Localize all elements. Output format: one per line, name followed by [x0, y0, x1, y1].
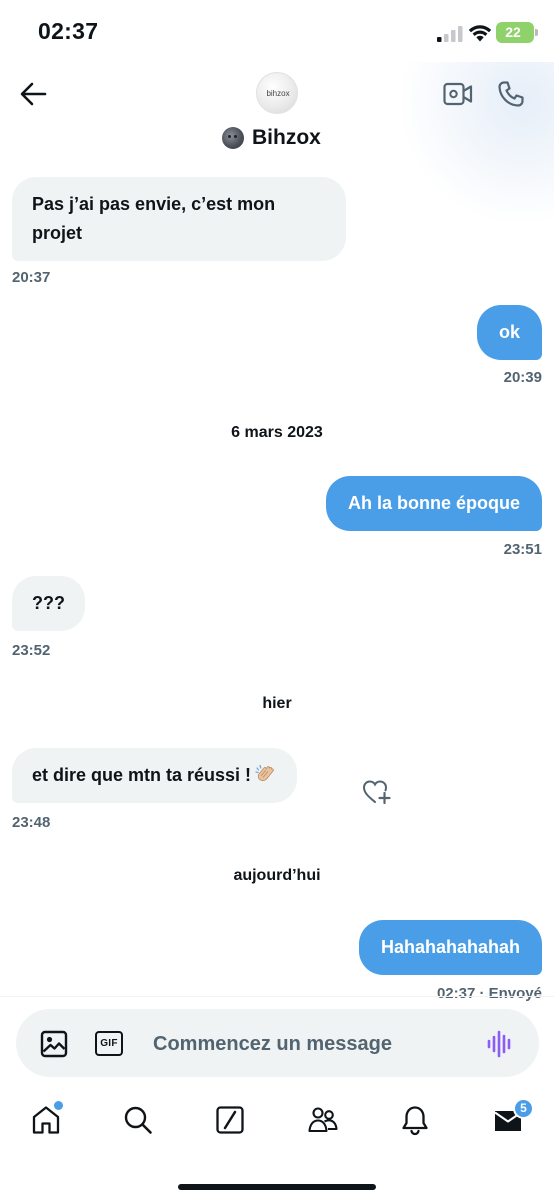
- message-text: et dire que mtn ta réussi !: [32, 765, 252, 785]
- messages-unread-badge: 5: [513, 1098, 534, 1119]
- tab-search[interactable]: [122, 1104, 154, 1138]
- battery-tip: [535, 29, 538, 36]
- message-timestamp: 23:52: [12, 642, 51, 659]
- contact-name-row[interactable]: Bihzox: [222, 125, 321, 151]
- wifi-icon: [468, 25, 492, 42]
- outgoing-message[interactable]: Hahahahahahah: [358, 920, 542, 975]
- cellular-signal-icon: [437, 26, 463, 42]
- outgoing-message[interactable]: ok: [476, 305, 542, 360]
- voice-message-icon[interactable]: [486, 1029, 514, 1059]
- search-icon: [124, 1106, 152, 1134]
- message-status: 02:37 · Envoyé: [436, 985, 542, 1002]
- tab-grok[interactable]: [214, 1104, 246, 1138]
- incoming-message[interactable]: et dire que mtn ta réussi !: [12, 748, 298, 803]
- home-notification-dot: [54, 1101, 63, 1110]
- message-timestamp: 20:37: [12, 269, 51, 286]
- tab-notifications[interactable]: [399, 1104, 431, 1138]
- contact-name: Bihzox: [252, 126, 321, 149]
- home-indicator[interactable]: [178, 1184, 376, 1190]
- status-time: 02:37: [38, 18, 99, 44]
- avatar-logo-text: bihzox: [266, 89, 290, 98]
- status-bar: 02:37 22: [0, 0, 554, 62]
- grok-icon: [216, 1106, 244, 1134]
- date-separator: 6 mars 2023: [231, 424, 323, 441]
- message-timestamp: 20:39: [503, 369, 542, 386]
- video-call-icon[interactable]: [443, 82, 473, 106]
- composer-divider: [0, 996, 554, 997]
- outgoing-message[interactable]: Ah la bonne époque: [325, 476, 542, 531]
- bell-icon: [402, 1106, 428, 1136]
- tab-communities[interactable]: [307, 1104, 339, 1138]
- add-reaction-icon[interactable]: [362, 778, 392, 806]
- message-input[interactable]: [153, 1028, 453, 1060]
- phone-icon[interactable]: [497, 80, 525, 108]
- date-separator: hier: [262, 695, 292, 712]
- new-moon-face-icon: [222, 127, 244, 149]
- message-timestamp: 23:51: [503, 541, 542, 558]
- communities-icon: [308, 1107, 338, 1133]
- image-icon[interactable]: [40, 1030, 68, 1058]
- incoming-message[interactable]: Pas j’ai pas envie, c’est mon projet: [12, 177, 346, 261]
- battery-indicator: 22: [496, 22, 534, 43]
- gif-button[interactable]: GIF: [95, 1031, 123, 1056]
- conversation-header: bihzox Bihzox: [0, 62, 554, 222]
- incoming-message[interactable]: ???: [12, 576, 85, 631]
- contact-avatar[interactable]: bihzox: [256, 72, 298, 114]
- back-arrow-icon[interactable]: [18, 80, 48, 108]
- header-glow: [394, 62, 554, 222]
- date-separator: aujourd’hui: [233, 867, 321, 884]
- clapping-hands-icon: [255, 764, 274, 781]
- battery-level: 22: [505, 24, 521, 40]
- message-timestamp: 23:48: [12, 814, 51, 831]
